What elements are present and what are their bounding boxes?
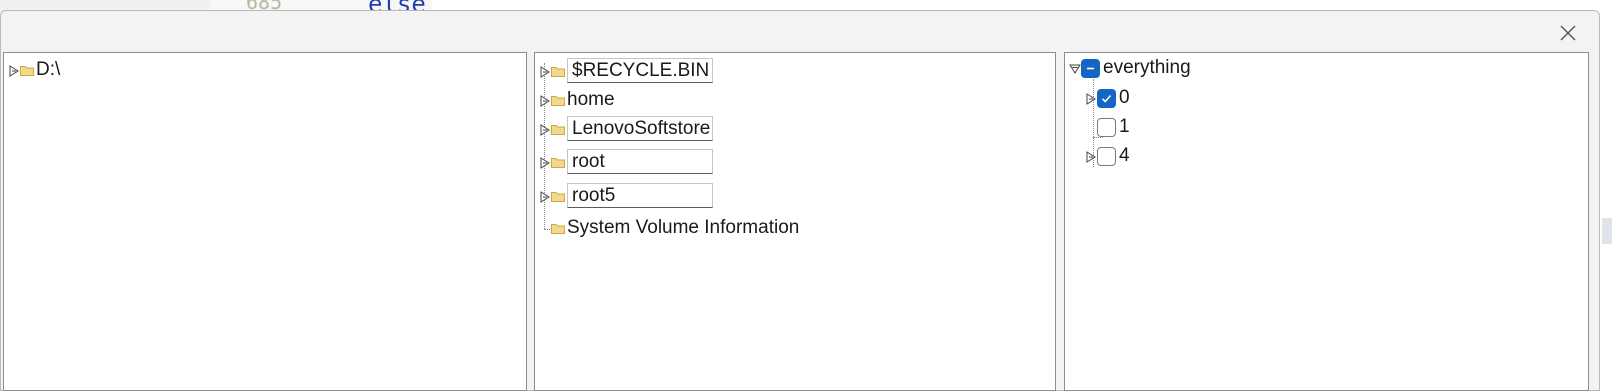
tree-item-label: 0 <box>1119 87 1130 108</box>
folder-icon <box>551 65 565 77</box>
tree-item-label: root5 <box>567 183 713 208</box>
drives-tree-pane[interactable]: D:\ <box>3 52 527 391</box>
title-bar <box>1 11 1599 52</box>
tree-item-folder[interactable]: root <box>539 149 713 174</box>
folder-icon <box>20 64 34 76</box>
tree-item-folder[interactable]: home <box>539 89 615 111</box>
tree-item-label: D:\ <box>36 59 61 80</box>
close-icon <box>1560 25 1576 41</box>
tree-item-label: 4 <box>1119 145 1130 166</box>
tree-item-folder[interactable]: LenovoSoftstore <box>539 116 713 141</box>
tree-item-label: LenovoSoftstore <box>567 116 713 141</box>
unchecked-checkbox[interactable] <box>1097 117 1116 137</box>
tree-item-label: root <box>567 149 713 174</box>
tree-item-label: System Volume Information <box>567 217 800 238</box>
expand-icon[interactable] <box>1085 93 1096 105</box>
tree-item-everything[interactable]: everything <box>1069 57 1191 79</box>
expand-icon[interactable] <box>539 156 550 169</box>
tree-item-label: home <box>567 89 615 110</box>
indeterminate-checkbox[interactable] <box>1081 58 1100 78</box>
folders-tree-pane[interactable]: $RECYCLE.BIN home LenovoSoftstore root r… <box>534 52 1056 391</box>
folder-icon <box>551 94 565 106</box>
checked-checkbox[interactable] <box>1097 88 1116 108</box>
folder-picker-dialog: D:\ $RECYCLE.BIN home LenovoSoftstore ro… <box>0 10 1600 391</box>
selection-tree-pane[interactable]: everything 0 1 4 <box>1064 52 1589 391</box>
tree-item-label: everything <box>1103 57 1191 78</box>
folder-icon <box>551 222 565 234</box>
expand-icon[interactable] <box>539 65 550 78</box>
folder-icon <box>551 123 565 135</box>
collapse-icon[interactable] <box>1069 63 1081 74</box>
expand-icon[interactable] <box>539 123 550 136</box>
tree-item-drive-d[interactable]: D:\ <box>8 59 60 81</box>
unchecked-checkbox[interactable] <box>1097 146 1116 166</box>
folder-icon <box>551 190 565 202</box>
background-scroll-marker <box>1602 218 1612 244</box>
close-button[interactable] <box>1551 19 1585 47</box>
tree-item-folder[interactable]: System Volume Information <box>551 217 799 239</box>
tree-item-folder[interactable]: root5 <box>539 183 713 208</box>
tree-item-label: $RECYCLE.BIN <box>567 58 713 83</box>
tree-item-1[interactable]: 1 <box>1097 116 1130 138</box>
expand-icon[interactable] <box>539 95 550 107</box>
expand-icon[interactable] <box>8 65 19 77</box>
tree-item-label: 1 <box>1119 116 1130 137</box>
expand-icon[interactable] <box>539 190 550 203</box>
expand-icon[interactable] <box>1085 151 1096 163</box>
folder-icon <box>551 156 565 168</box>
tree-item-0[interactable]: 0 <box>1085 87 1130 109</box>
tree-item-folder[interactable]: $RECYCLE.BIN <box>539 58 713 83</box>
tree-item-4[interactable]: 4 <box>1085 145 1130 167</box>
